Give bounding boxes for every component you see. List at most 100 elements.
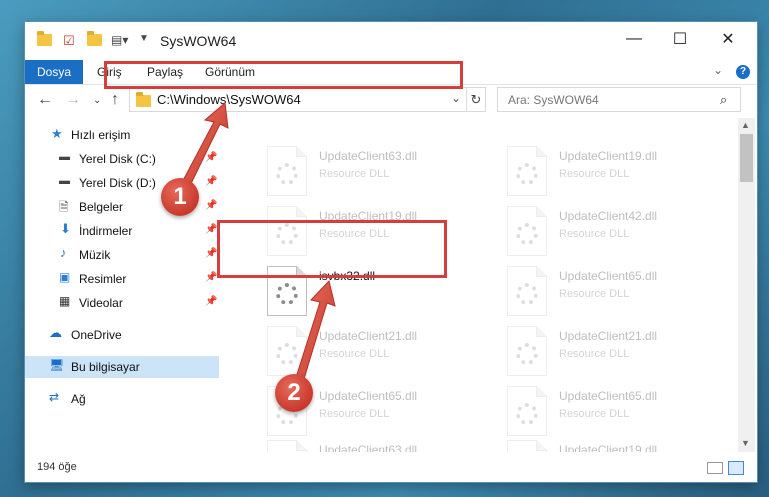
file-description: Resource DLL — [559, 288, 630, 300]
file-name: UpdateClient19.dll — [559, 149, 658, 163]
file-name: UpdateClient65.dll — [319, 389, 418, 403]
file-item[interactable]: UpdateClient65.dll Resource DLL — [485, 386, 715, 442]
download-icon: ⬇ — [60, 221, 71, 236]
file-name: UpdateClient63.dll — [319, 149, 418, 163]
network-icon: ⇄ — [49, 390, 60, 404]
sidebar-item-label: Bu bilgisayar — [71, 360, 140, 374]
item-count: 194 öğe — [37, 461, 77, 473]
back-button[interactable]: ← — [37, 91, 53, 109]
file-name: UpdateClient63.dll — [319, 443, 418, 452]
step-2-badge: 2 — [275, 374, 313, 412]
tab-file[interactable]: Dosya — [25, 60, 83, 84]
file-description: Resource DLL — [319, 168, 390, 180]
search-input[interactable]: Ara: SysWOW64 — [508, 93, 599, 107]
sidebar-item-pictures[interactable]: ▣ Resimler 📌 — [25, 268, 219, 290]
close-button[interactable]: ✕ — [705, 22, 751, 56]
properties-checklist-icon[interactable]: ☑ — [63, 33, 79, 49]
sidebar-item-label: Resimler — [79, 272, 127, 286]
details-view-icon[interactable] — [707, 462, 723, 474]
sidebar-item-label: Ağ — [71, 392, 86, 406]
sidebar-item-label: Hızlı erişim — [71, 128, 131, 142]
large-icons-view-icon[interactable] — [728, 461, 744, 475]
dll-file-icon — [507, 146, 547, 196]
pictures-icon: ▣ — [59, 270, 71, 284]
search-icon[interactable]: ⌕ — [720, 92, 727, 108]
step-1-badge: 1 — [161, 178, 199, 216]
sidebar-item-downloads[interactable]: ⬇ İndirmeler 📌 — [25, 220, 219, 242]
file-highlight — [217, 220, 447, 278]
drive-icon: ▬ — [59, 175, 70, 187]
title-bar: ☑ ▤▾ ▼ SysWOW64 — ☐ ✕ — [25, 22, 757, 60]
file-item[interactable]: UpdateClient63.dll Resource DLL — [245, 146, 475, 202]
sidebar-item-label: Belgeler — [79, 200, 124, 214]
dll-file-icon — [507, 386, 547, 436]
sidebar-item-label: İndirmeler — [79, 224, 133, 238]
dll-file-icon — [507, 440, 547, 452]
file-description: Resource DLL — [319, 348, 390, 360]
forward-button[interactable]: → — [65, 91, 81, 109]
search-box[interactable]: Ara: SysWOW64 ⌕ — [497, 87, 741, 112]
address-dropdown-icon[interactable]: ⌄ — [451, 91, 461, 105]
address-path[interactable]: C:\Windows\SysWOW64 — [157, 92, 301, 107]
ribbon-expand-icon[interactable]: ⌄ — [713, 63, 723, 77]
address-bar-highlight — [104, 61, 463, 89]
pin-icon[interactable]: 📌 — [205, 296, 217, 307]
dll-file-icon — [267, 326, 307, 376]
file-item[interactable]: UpdateClient19.dll — [485, 440, 715, 452]
pin-icon[interactable]: 📌 — [205, 152, 217, 163]
pin-icon[interactable]: 📌 — [205, 272, 217, 283]
drive-icon: ▬ — [59, 151, 70, 163]
sidebar-item-label: Videolar — [79, 296, 123, 310]
pin-icon[interactable]: 📌 — [205, 248, 217, 259]
file-name: UpdateClient65.dll — [559, 269, 658, 283]
sidebar-item-quick-access[interactable]: ★ Hızlı erişim — [25, 124, 219, 146]
file-description: Resource DLL — [559, 408, 630, 420]
scroll-up-icon[interactable]: ▲ — [741, 120, 750, 130]
file-name: UpdateClient65.dll — [559, 389, 658, 403]
file-description: Resource DLL — [319, 408, 390, 420]
sidebar-item-onedrive[interactable]: ☁ OneDrive — [25, 324, 219, 346]
sidebar-item-this-pc[interactable]: 🖥 Bu bilgisayar — [25, 356, 219, 378]
documents-icon: 🗎 — [59, 200, 69, 214]
recent-locations-icon[interactable]: ⌄ — [93, 95, 101, 106]
quick-access-dropdown-icon[interactable]: ▼ — [139, 33, 155, 49]
file-item[interactable]: UpdateClient42.dll Resource DLL — [485, 206, 715, 262]
file-item[interactable]: UpdateClient65.dll Resource DLL — [485, 266, 715, 322]
scrollbar-thumb[interactable] — [740, 134, 753, 182]
file-item[interactable]: UpdateClient63.dll — [245, 440, 475, 452]
sidebar-item-music[interactable]: ♪ Müzik 📌 — [25, 244, 219, 266]
scroll-down-icon[interactable]: ▼ — [741, 438, 750, 448]
maximize-button[interactable]: ☐ — [657, 22, 703, 56]
help-button[interactable]: ? — [736, 65, 750, 79]
file-item[interactable]: UpdateClient19.dll Resource DLL — [485, 146, 715, 202]
new-folder-icon[interactable] — [87, 31, 103, 49]
status-bar: 194 öğe — [25, 456, 757, 482]
file-name: UpdateClient42.dll — [559, 209, 658, 223]
minimize-button[interactable]: — — [611, 22, 657, 56]
address-bar[interactable]: C:\Windows\SysWOW64 ⌄ ↻ — [129, 87, 486, 112]
pin-icon[interactable]: 📌 — [205, 200, 217, 211]
file-description: Resource DLL — [559, 168, 630, 180]
vertical-scrollbar[interactable]: ▲ ▼ — [738, 118, 755, 452]
music-icon: ♪ — [60, 245, 67, 260]
file-item[interactable]: UpdateClient21.dll Resource DLL — [485, 326, 715, 382]
pin-icon[interactable]: 📌 — [205, 176, 217, 187]
file-item[interactable]: UpdateClient21.dll Resource DLL — [245, 326, 475, 382]
dll-file-icon — [267, 146, 307, 196]
videos-icon: ▦ — [59, 294, 71, 308]
computer-icon: 🖥 — [49, 358, 65, 372]
sidebar-item-label: Yerel Disk (D:) — [79, 176, 156, 190]
sidebar-item-videos[interactable]: ▦ Videolar 📌 — [25, 292, 219, 314]
cloud-icon: ☁ — [49, 325, 62, 340]
sidebar-item-network[interactable]: ⇄ Ağ — [25, 388, 219, 410]
customize-toolbar-icon[interactable]: ▤▾ — [111, 33, 128, 49]
sidebar-item-local-disk-c[interactable]: ▬ Yerel Disk (C:) 📌 — [25, 148, 219, 170]
dll-file-icon — [507, 206, 547, 256]
folder-icon — [37, 31, 53, 49]
refresh-button[interactable]: ↻ — [466, 88, 485, 111]
up-button[interactable]: ↑ — [111, 91, 119, 109]
file-name: UpdateClient21.dll — [559, 329, 658, 343]
file-description: Resource DLL — [559, 228, 630, 240]
folder-icon — [136, 92, 151, 112]
pin-icon[interactable]: 📌 — [205, 224, 217, 235]
